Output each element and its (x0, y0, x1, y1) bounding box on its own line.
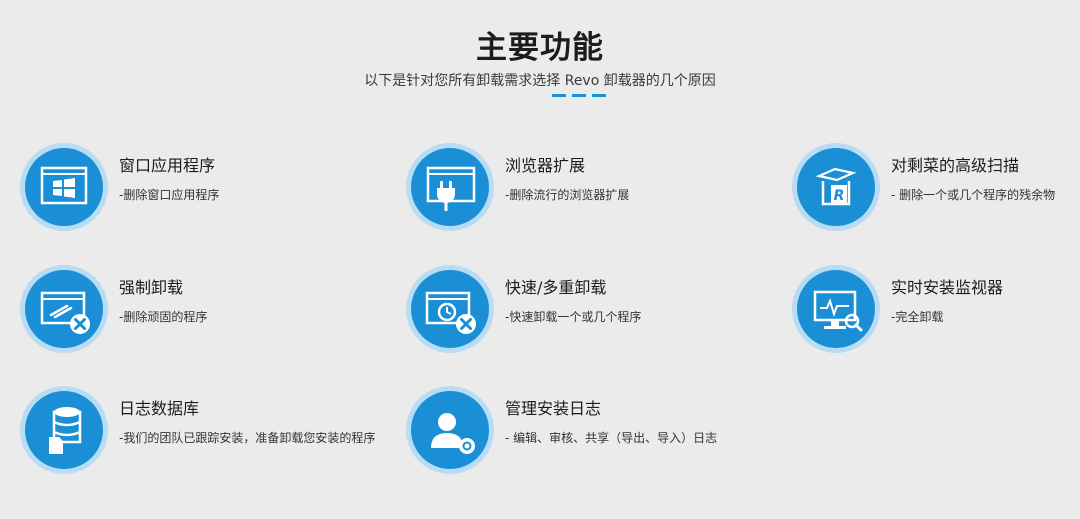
page-subtitle: 以下是针对您所有卸载需求选择 Revo 卸载器的几个原因 (364, 73, 716, 89)
manage-logs-icon (431, 413, 475, 454)
feature-title: 管理安装日志 (505, 399, 602, 418)
feature-browser-extensions: 浏览器扩展 -删除流行的浏览器扩展 (406, 143, 766, 243)
feature-title: 强制卸载 (119, 278, 184, 297)
feature-description: - 删除一个或几个程序的残余物 (891, 188, 1056, 202)
title-divider (552, 94, 606, 97)
feature-title: 窗口应用程序 (119, 156, 216, 175)
feature-install-monitor: 实时安装监视器 -完全卸载 (792, 265, 1080, 365)
logs-database-icon (49, 407, 82, 454)
features-page: 主要功能 以下是针对您所有卸载需求选择 Revo 卸载器的几个原因 窗口应用程序… (0, 0, 1080, 519)
feature-windows-apps: 窗口应用程序 -删除窗口应用程序 (20, 143, 380, 243)
feature-description: - 编辑、审核、共享（导出、导入）日志 (505, 431, 718, 445)
feature-title: 实时安装监视器 (891, 278, 1004, 297)
feature-manage-logs: 管理安装日志 - 编辑、审核、共享（导出、导入）日志 (406, 386, 766, 486)
feature-title: 日志数据库 (119, 399, 200, 418)
feature-description: -我们的团队已跟踪安装，准备卸载您安装的程序 (119, 431, 376, 445)
feature-description: -删除流行的浏览器扩展 (505, 188, 630, 202)
install-monitor-icon (813, 290, 863, 332)
quick-uninstall-icon (425, 291, 476, 334)
browser-plugin-icon (426, 166, 476, 211)
feature-title: 浏览器扩展 (505, 156, 586, 175)
feature-description: -删除窗口应用程序 (119, 188, 220, 202)
page-title: 主要功能 (476, 30, 604, 66)
feature-leftovers-scan: R 对剩菜的高级扫描 - 删除一个或几个程序的残余物 (792, 143, 1080, 243)
windows-app-icon (40, 166, 88, 205)
feature-title: 快速/多重卸载 (505, 278, 607, 297)
feature-description: -完全卸载 (891, 310, 944, 324)
svg-text:R: R (834, 188, 845, 204)
feature-description: -删除顽固的程序 (119, 310, 208, 324)
leftovers-scan-icon: R (815, 167, 857, 206)
feature-forced-uninstall: 强制卸载 -删除顽固的程序 (20, 265, 380, 365)
feature-logs-database: 日志数据库 -我们的团队已跟踪安装，准备卸载您安装的程序 (20, 386, 380, 486)
feature-description: -快速卸载一个或几个程序 (505, 310, 642, 324)
feature-title: 对剩菜的高级扫描 (891, 156, 1020, 175)
feature-quick-uninstall: 快速/多重卸载 -快速卸载一个或几个程序 (406, 265, 766, 365)
forced-uninstall-icon (40, 291, 90, 334)
